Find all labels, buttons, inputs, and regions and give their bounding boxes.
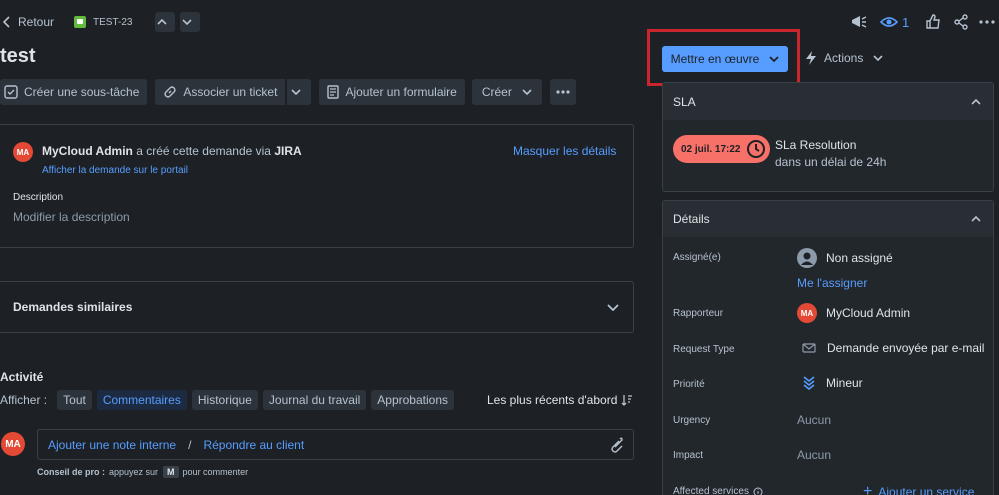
form-icon bbox=[327, 85, 340, 99]
hide-details-link[interactable]: Masquer les détails bbox=[513, 144, 616, 158]
issue-actions-bar: 1 bbox=[850, 12, 995, 32]
plus-icon: + bbox=[863, 483, 873, 495]
comment-composer[interactable]: Ajouter une note interne / Répondre au c… bbox=[37, 429, 634, 460]
link-icon bbox=[164, 86, 177, 98]
chevron-up-icon bbox=[971, 215, 981, 222]
sla-subtitle: dans un délai de 24h bbox=[775, 155, 887, 169]
chevron-up-icon bbox=[156, 18, 167, 25]
priority-field[interactable]: Mineur bbox=[797, 376, 863, 390]
show-label: Afficher : bbox=[0, 393, 48, 407]
info-icon bbox=[753, 487, 763, 495]
link-ticket-button[interactable]: Associer un ticket bbox=[155, 79, 286, 105]
similar-requests-title: Demandes similaires bbox=[13, 300, 133, 314]
transition-status-button[interactable]: Mettre en œuvre bbox=[662, 46, 788, 72]
add-internal-note-link[interactable]: Ajouter une note interne bbox=[48, 438, 176, 452]
subtask-icon bbox=[4, 85, 18, 99]
service-request-icon bbox=[74, 16, 87, 28]
clock-icon bbox=[747, 140, 766, 158]
filter-worklog[interactable]: Journal du travail bbox=[262, 390, 367, 410]
activity-title: Activité bbox=[0, 370, 44, 384]
creator-name[interactable]: MyCloud Admin bbox=[42, 144, 133, 158]
request-type-label: Request Type bbox=[673, 344, 735, 355]
lightning-icon bbox=[806, 51, 816, 65]
create-button[interactable]: Créer bbox=[471, 79, 542, 105]
sla-header[interactable]: SLA bbox=[663, 83, 993, 120]
priority-label: Priorité bbox=[673, 379, 705, 390]
portal-link[interactable]: Afficher la demande sur le portail bbox=[42, 165, 188, 176]
megaphone-icon[interactable] bbox=[850, 14, 868, 30]
actions-menu-button[interactable]: Actions bbox=[805, 51, 883, 65]
more-icon bbox=[556, 90, 570, 94]
avatar: MA bbox=[797, 303, 817, 323]
priority-minor-icon bbox=[803, 376, 815, 390]
assignee-field[interactable]: Non assigné bbox=[797, 248, 893, 268]
reply-client-link[interactable]: Répondre au client bbox=[203, 438, 304, 452]
link-ticket-dropdown[interactable] bbox=[287, 79, 312, 105]
similar-requests-section[interactable]: Demandes similaires bbox=[0, 281, 634, 333]
urgency-label: Urgency bbox=[673, 415, 711, 426]
composer-separator: / bbox=[188, 437, 192, 452]
previous-issue-button[interactable] bbox=[154, 12, 175, 32]
request-details-card: MA MyCloud Admin a créé cette demande vi… bbox=[0, 124, 634, 248]
request-created-line: MyCloud Admin a créé cette demande via J… bbox=[42, 144, 302, 158]
details-panel: Détails Assigné(e) Non assigné Me l'assi… bbox=[662, 200, 994, 495]
add-service-button[interactable]: + Ajouter un service bbox=[863, 483, 974, 495]
issue-toolbar: Créer une sous-tâche Associer un ticket … bbox=[0, 79, 576, 105]
filter-all[interactable]: Tout bbox=[57, 390, 92, 410]
reporter-field[interactable]: MA MyCloud Admin bbox=[797, 303, 910, 323]
email-icon bbox=[802, 343, 816, 353]
ticket-key[interactable]: TEST-23 bbox=[93, 17, 132, 28]
user-icon bbox=[797, 248, 817, 268]
chevron-down-icon bbox=[873, 55, 883, 62]
chevron-down-icon bbox=[181, 19, 192, 26]
description-field[interactable]: Modifier la description bbox=[13, 210, 130, 224]
details-header[interactable]: Détails bbox=[663, 201, 993, 237]
chevron-down-icon bbox=[607, 304, 619, 311]
created-text: a créé cette demande via bbox=[136, 144, 271, 158]
chevron-down-icon bbox=[291, 89, 302, 96]
sort-icon bbox=[621, 395, 633, 406]
activity-filters: Afficher : Tout Commentaires Historique … bbox=[0, 390, 459, 410]
back-link[interactable]: Retour bbox=[18, 15, 54, 29]
sla-badge: 02 juil. 17:22 bbox=[673, 135, 771, 163]
assignee-label: Assigné(e) bbox=[673, 252, 721, 263]
composer-avatar: MA bbox=[1, 432, 25, 456]
chevron-down-icon bbox=[522, 89, 532, 96]
attachment-icon bbox=[611, 437, 623, 453]
next-issue-button[interactable] bbox=[179, 12, 200, 32]
topbar: Retour TEST-23 bbox=[0, 12, 200, 32]
sort-order-button[interactable]: Les plus récents d'abord bbox=[487, 393, 633, 407]
watch-count: 1 bbox=[902, 14, 910, 30]
description-label: Description bbox=[13, 192, 64, 203]
eye-icon[interactable] bbox=[880, 16, 898, 28]
affected-services-label-row: Affected services bbox=[673, 486, 763, 495]
create-subtask-button[interactable]: Créer une sous-tâche bbox=[0, 79, 148, 105]
filter-approvals[interactable]: Approbations bbox=[371, 390, 454, 410]
more-actions-button[interactable] bbox=[549, 79, 576, 105]
channel-name: JIRA bbox=[274, 144, 302, 158]
add-form-button[interactable]: Ajouter un formulaire bbox=[319, 79, 465, 105]
urgency-field[interactable]: Aucun bbox=[797, 413, 831, 427]
assign-to-me-link[interactable]: Me l'assigner bbox=[797, 276, 867, 290]
share-icon[interactable] bbox=[953, 14, 969, 30]
filter-comments[interactable]: Commentaires bbox=[96, 390, 187, 410]
issue-title[interactable]: test bbox=[0, 45, 36, 68]
reporter-label: Rapporteur bbox=[673, 308, 724, 319]
shortcut-key: M bbox=[163, 466, 179, 478]
pro-tip: Conseil de pro : appuyez sur M pour comm… bbox=[37, 466, 249, 478]
chevron-down-icon bbox=[769, 56, 779, 63]
impact-label: Impact bbox=[673, 450, 704, 461]
impact-field[interactable]: Aucun bbox=[797, 448, 831, 462]
request-type-field[interactable]: Demande envoyée par e-mail bbox=[797, 341, 984, 355]
sla-panel: SLA 02 juil. 17:22 SLa Resolution dans u… bbox=[662, 82, 994, 192]
avatar: MA bbox=[13, 142, 33, 162]
filter-history[interactable]: Historique bbox=[191, 390, 258, 410]
thumbs-up-icon[interactable] bbox=[925, 14, 941, 30]
sla-name: SLa Resolution bbox=[775, 138, 857, 152]
chevron-left-icon[interactable] bbox=[2, 16, 12, 28]
more-icon[interactable] bbox=[979, 20, 995, 24]
chevron-up-icon bbox=[971, 98, 981, 105]
